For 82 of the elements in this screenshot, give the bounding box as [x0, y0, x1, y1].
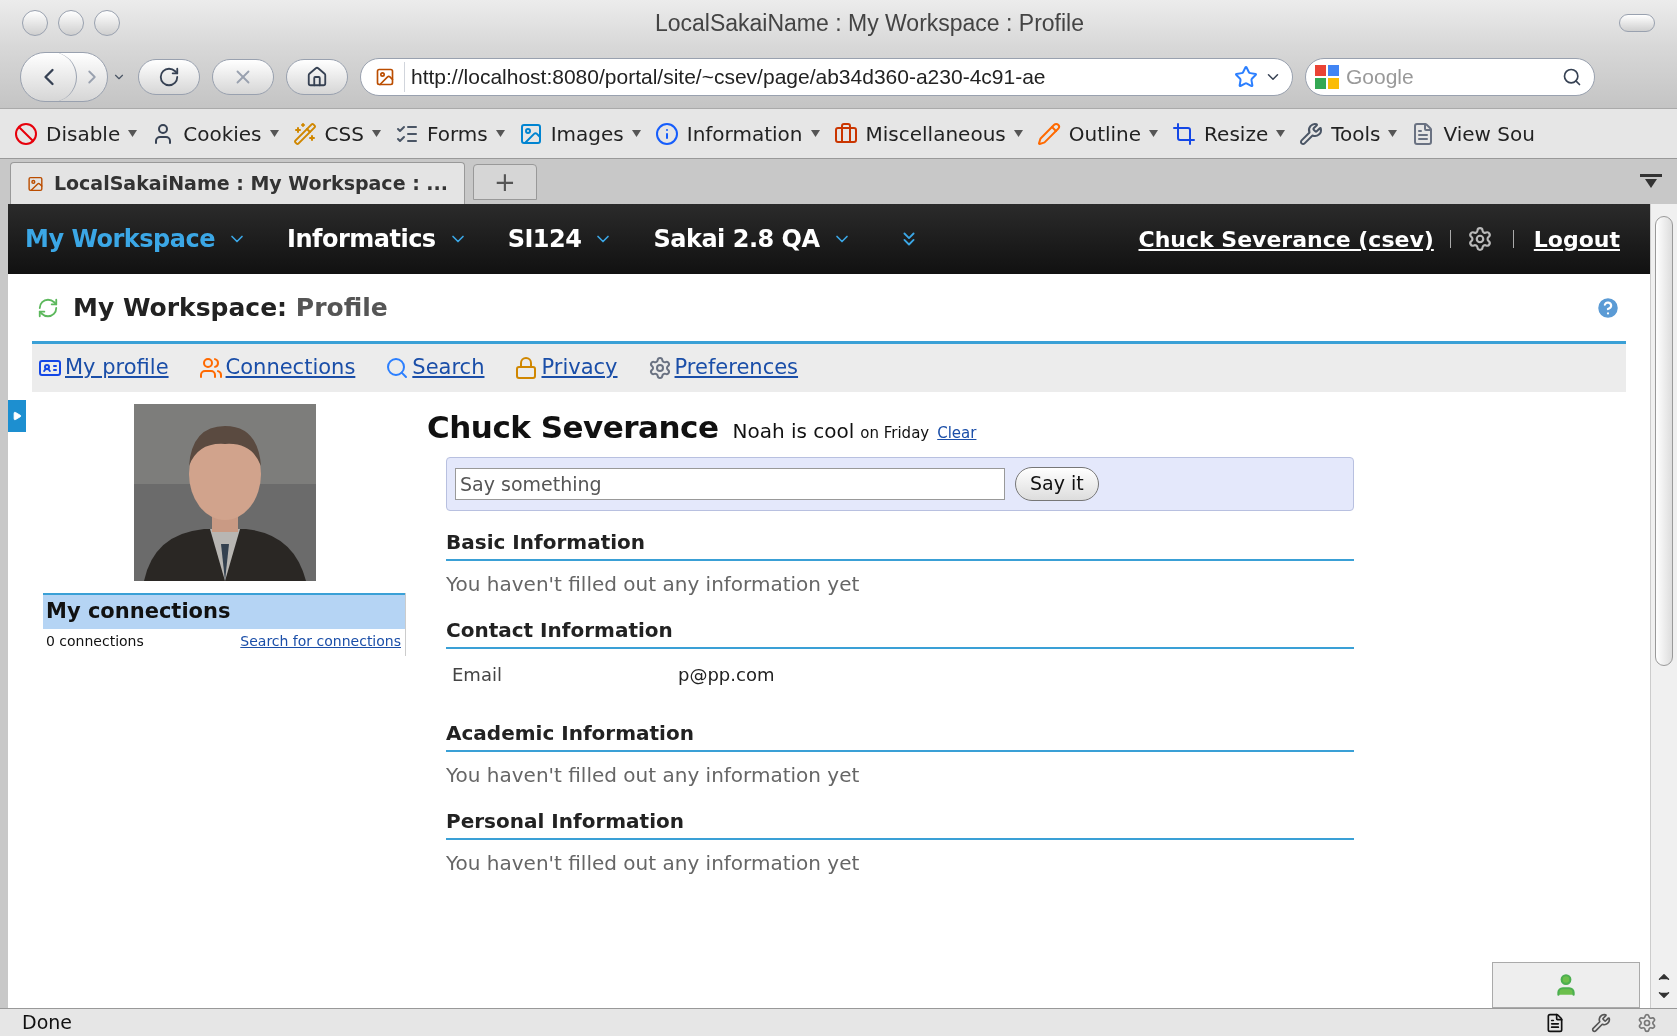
- information-icon[interactable]: [654, 121, 679, 146]
- section-heading: Contact Information: [446, 614, 1354, 649]
- site-tab[interactable]: Informatics: [286, 221, 468, 257]
- images-icon[interactable]: [518, 121, 543, 146]
- tools-icon[interactable]: [1299, 121, 1324, 146]
- home-button[interactable]: [286, 59, 348, 95]
- tool-menu-link[interactable]: Preferences: [674, 352, 799, 384]
- tab-title: LocalSakaiName : My Workspace : ...: [53, 171, 448, 197]
- settings-icon[interactable]: [1466, 226, 1493, 252]
- bookmark-star-icon[interactable]: [1234, 65, 1258, 89]
- caret-icon[interactable]: [810, 130, 820, 137]
- site-tab[interactable]: SI124: [507, 221, 614, 257]
- tool-menu-link[interactable]: My profile: [65, 352, 169, 384]
- search-placeholder: Google: [1346, 64, 1415, 91]
- section-heading: Basic Information: [446, 526, 1354, 561]
- empty-message: You haven't filled out any information yet: [446, 761, 861, 789]
- site-tab[interactable]: Sakai 2.8 QA: [653, 221, 852, 257]
- documents-icon[interactable]: [1545, 1012, 1565, 1033]
- caret-icon[interactable]: [128, 130, 138, 137]
- caret-icon[interactable]: [495, 130, 505, 137]
- caret-icon[interactable]: [1013, 130, 1023, 137]
- browser-tab[interactable]: LocalSakaiName : My Workspace : ...: [10, 162, 465, 204]
- toolbar-menu[interactable]: View Sou: [1443, 118, 1535, 149]
- scrollbar-thumb[interactable]: [1655, 216, 1673, 666]
- toolbar-menu[interactable]: Disable: [46, 118, 121, 149]
- say-it-button[interactable]: Say it: [1015, 466, 1099, 501]
- stop-button[interactable]: [212, 59, 274, 95]
- toolbar-menu[interactable]: Resize: [1204, 118, 1269, 149]
- status-message: Noah is cool: [732, 418, 855, 445]
- address-field[interactable]: http://localhost:8080/portal/site/~csev/page/ab34d360-a230-4c91-ae: [360, 58, 1293, 96]
- toolbar-menu[interactable]: Information: [686, 118, 803, 149]
- back-forward-button[interactable]: [20, 52, 108, 102]
- clear-status-link[interactable]: Clear: [937, 422, 977, 445]
- new-tab-button[interactable]: +: [473, 164, 537, 200]
- home-icon[interactable]: [306, 66, 328, 88]
- tool-menu-link[interactable]: Search: [412, 352, 485, 384]
- site-tab[interactable]: My Workspace: [25, 221, 247, 257]
- status-text: Done: [22, 1010, 73, 1036]
- connections-count: 0 connections: [46, 632, 144, 651]
- status-time: on Friday: [860, 423, 930, 444]
- toolbar-menu[interactable]: Images: [550, 118, 624, 149]
- gear-icon[interactable]: [647, 356, 672, 380]
- search-engine-icon[interactable]: [1314, 64, 1340, 90]
- field-value: p@pp.com: [678, 662, 775, 687]
- disable-icon[interactable]: [14, 121, 38, 146]
- tool-menu-link[interactable]: Connections: [225, 352, 356, 384]
- toolbar-menu[interactable]: Forms: [426, 118, 488, 149]
- profile-name: Chuck Severance: [427, 408, 719, 447]
- field-label: Email: [452, 662, 503, 687]
- sidebar-toggle-button[interactable]: [8, 400, 26, 432]
- caret-icon[interactable]: [1276, 130, 1286, 137]
- section-heading: Academic Information: [446, 717, 1354, 752]
- expand-icon[interactable]: [12, 411, 22, 421]
- caret-icon[interactable]: [1388, 130, 1398, 137]
- caret-icon[interactable]: [1149, 130, 1159, 137]
- caret-icon[interactable]: [631, 130, 641, 137]
- toolbar-menu[interactable]: Cookies: [183, 118, 262, 149]
- section-heading: Personal Information: [446, 805, 1354, 840]
- search-connections-link[interactable]: Search for connections: [240, 631, 401, 652]
- window-title: LocalSakaiName : My Workspace : Profile: [654, 8, 1085, 38]
- toolbar-menu[interactable]: Miscellaneous: [865, 118, 1006, 149]
- reload-button[interactable]: [138, 59, 200, 95]
- url-text: http://localhost:8080/portal/site/~csev/page/ab34d360-a230-4c91-ae: [411, 64, 1047, 91]
- toolbar-menu[interactable]: Outline: [1068, 118, 1142, 149]
- tools-icon[interactable]: [1591, 1012, 1611, 1033]
- search-icon[interactable]: [1562, 67, 1582, 87]
- toolbar-menu[interactable]: Tools: [1331, 118, 1381, 149]
- resize-icon[interactable]: [1172, 121, 1197, 146]
- empty-message: You haven't filled out any information yet: [446, 849, 861, 877]
- reload-icon[interactable]: [158, 66, 180, 88]
- status-input[interactable]: Say something: [455, 467, 1005, 500]
- toolbar-toggle-button[interactable]: [1619, 14, 1655, 32]
- tool-menu-link[interactable]: Privacy: [541, 352, 618, 384]
- caret-icon[interactable]: [371, 130, 381, 137]
- toolbar-menu[interactable]: CSS: [324, 118, 364, 149]
- connections-heading: My connections: [43, 593, 405, 629]
- scrollbar[interactable]: [1650, 204, 1677, 1008]
- user-name-link[interactable]: Chuck Severance (csev): [1138, 222, 1434, 256]
- caret-icon[interactable]: [269, 130, 279, 137]
- page-title: My Workspace: Profile: [73, 291, 388, 324]
- empty-message: You haven't filled out any information yet: [446, 570, 861, 598]
- logout-link[interactable]: Logout: [1533, 222, 1620, 256]
